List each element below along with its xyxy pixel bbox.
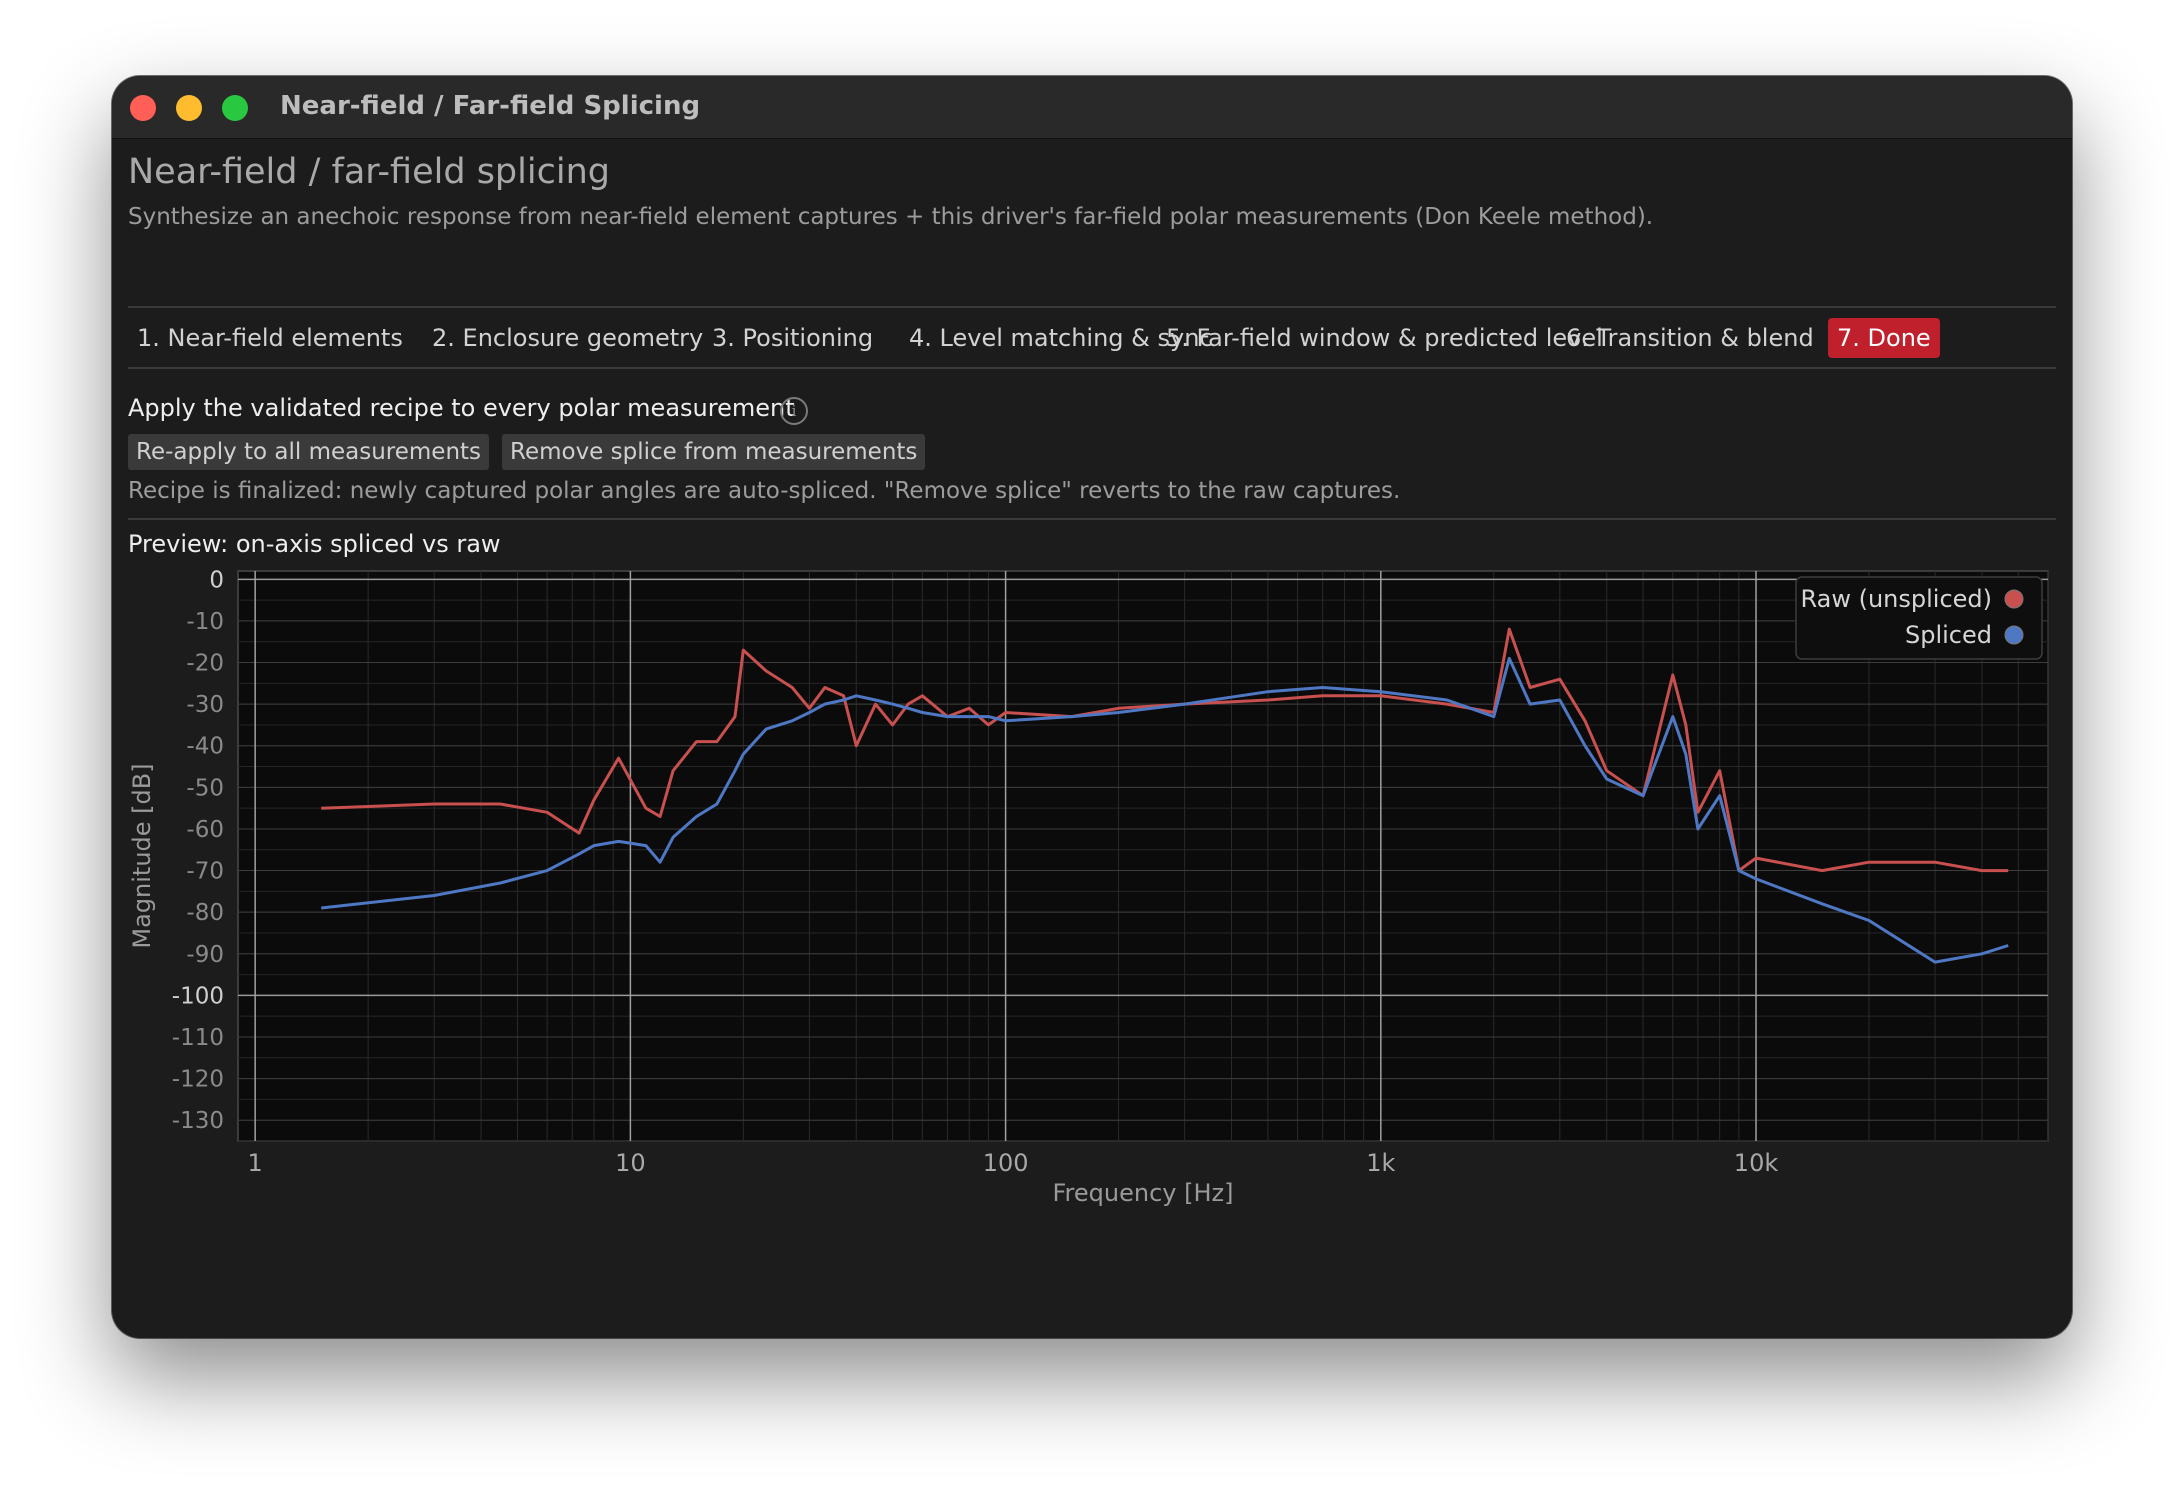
preview-title: Preview: on-axis spliced vs raw bbox=[128, 530, 501, 558]
y-tick-label: -130 bbox=[172, 1108, 224, 1134]
y-tick-label: -70 bbox=[186, 859, 224, 885]
y-tick-label: -100 bbox=[172, 983, 224, 1009]
x-tick-label: 1 bbox=[248, 1149, 263, 1177]
y-axis-label: Magnitude [dB] bbox=[128, 763, 156, 948]
minimize-window-button[interactable] bbox=[176, 95, 202, 121]
reapply-button[interactable]: Re-apply to all measurements bbox=[128, 434, 490, 470]
remove-splice-button[interactable]: Remove splice from measurements bbox=[502, 434, 926, 470]
y-tick-label: -60 bbox=[186, 817, 224, 843]
maximize-window-button[interactable] bbox=[222, 95, 248, 121]
divider bbox=[128, 367, 2056, 369]
divider bbox=[128, 518, 2056, 520]
legend-label: Raw (unspliced) bbox=[1800, 585, 1992, 613]
page-title: Near-field / far-field splicing bbox=[128, 152, 610, 192]
y-tick-label: -50 bbox=[186, 775, 224, 801]
legend-label: Spliced bbox=[1905, 621, 1992, 649]
tab-done[interactable]: 7. Done bbox=[1828, 318, 1940, 358]
plot-area bbox=[237, 570, 2049, 1142]
y-tick-label: -20 bbox=[186, 651, 224, 677]
y-tick-label: -40 bbox=[186, 734, 224, 760]
x-tick-label: 10 bbox=[615, 1149, 646, 1177]
window-title: Near-field / Far-field Splicing bbox=[280, 91, 701, 121]
page-subtitle: Synthesize an anechoic response from nea… bbox=[128, 204, 1654, 230]
y-tick-label: -90 bbox=[186, 942, 224, 968]
tab-transition-blend[interactable]: 6. Transition & blend bbox=[1557, 318, 1823, 358]
divider bbox=[128, 306, 2056, 308]
y-tick-label: -30 bbox=[186, 692, 224, 718]
x-tick-label: 10k bbox=[1734, 1149, 1779, 1177]
y-tick-label: 0 bbox=[209, 567, 224, 593]
y-tick-label: -10 bbox=[186, 609, 224, 635]
app-window: Near-field / Far-field Splicing Near-fie… bbox=[112, 76, 2072, 1338]
legend-marker bbox=[2004, 625, 2024, 645]
tab-near-field-elements[interactable]: 1. Near-field elements bbox=[128, 318, 412, 358]
action-buttons: Re-apply to all measurements Remove spli… bbox=[128, 434, 2056, 474]
x-tick-label: 100 bbox=[983, 1149, 1029, 1177]
y-tick-label: -120 bbox=[172, 1067, 224, 1093]
y-tick-label: -110 bbox=[172, 1025, 224, 1051]
legend-marker bbox=[2004, 589, 2024, 609]
frequency-response-chart: 0 -10 -20 -30 -40 -50 -60 -70 -80 -90 -100 -110 -120… bbox=[128, 567, 2049, 1207]
tab-far-field-window[interactable]: 5. Far-field window & predicted level bbox=[1157, 318, 1612, 358]
wizard-tabs: 1. Near-field elements 2. Enclosure geom… bbox=[128, 318, 2056, 360]
apply-recipe-label: Apply the validated recipe to every pola… bbox=[128, 394, 795, 422]
x-axis-label: Frequency [Hz] bbox=[1053, 1179, 1234, 1207]
info-icon[interactable]: i bbox=[780, 397, 808, 425]
main-content: Near-field / far-field splicing Synthesi… bbox=[128, 138, 2056, 1338]
y-tick-label: -80 bbox=[186, 900, 224, 926]
tab-enclosure-geometry[interactable]: 2. Enclosure geometry bbox=[423, 318, 712, 358]
x-tick-label: 1k bbox=[1366, 1149, 1395, 1177]
tab-positioning[interactable]: 3. Positioning bbox=[703, 318, 882, 358]
recipe-note: Recipe is finalized: newly captured pola… bbox=[128, 478, 1401, 504]
title-bar: Near-field / Far-field Splicing bbox=[112, 76, 2072, 139]
close-window-button[interactable] bbox=[130, 95, 156, 121]
